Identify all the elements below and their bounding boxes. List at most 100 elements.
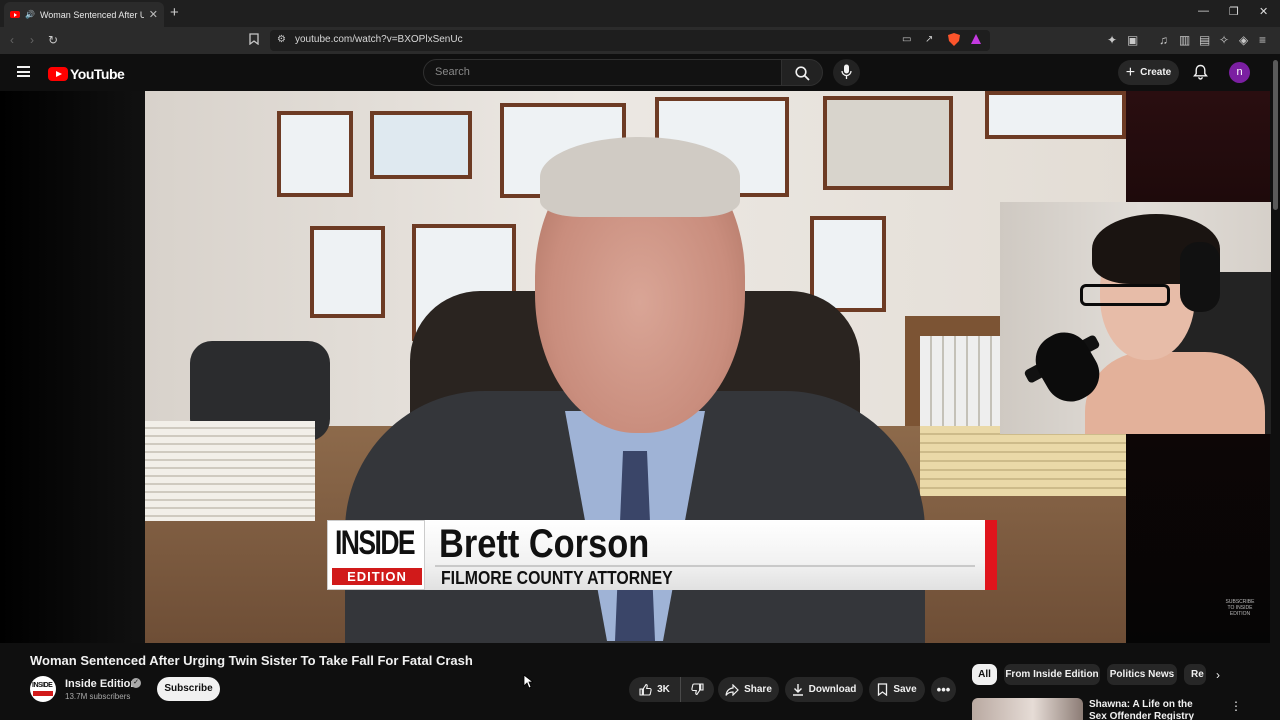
browser-toolbar: ‹ › ↻ ⚙ youtube.com/watch?v=BXOPlxSenUc …	[0, 27, 1280, 54]
browser-menu-icon[interactable]: ≡	[1259, 33, 1266, 47]
inside-edition-logo: INSIDE EDITION	[327, 520, 425, 590]
search-input[interactable]: Search	[423, 59, 782, 86]
new-tab-button[interactable]: +	[170, 4, 179, 21]
sidebar-icon[interactable]: ▥	[1179, 33, 1190, 47]
paper-stack	[145, 421, 315, 521]
leo-ai-icon[interactable]: ✧	[1219, 33, 1229, 47]
share-page-icon[interactable]: ↗	[925, 33, 933, 47]
save-button[interactable]: Save	[869, 677, 925, 702]
binders	[920, 336, 1000, 431]
download-icon	[792, 684, 803, 696]
subscribe-button[interactable]: Subscribe	[157, 677, 220, 701]
download-label: Download	[808, 684, 857, 695]
media-icon[interactable]: ♫	[1159, 33, 1168, 47]
reload-icon[interactable]: ↻	[48, 33, 58, 47]
browser-tab[interactable]: 🔊 Woman Sentenced After Urging Twin Sist…	[4, 2, 164, 27]
bookmark-icon[interactable]	[249, 33, 259, 48]
verified-check-icon: ✓	[131, 678, 141, 688]
minimize-icon[interactable]: —	[1198, 5, 1209, 17]
share-icon	[725, 683, 739, 696]
scrollbar-thumb[interactable]	[1273, 60, 1278, 210]
speaker-hair	[540, 137, 740, 217]
wallet-card-icon[interactable]: ▤	[1199, 33, 1210, 47]
extensions-icon[interactable]: ✦	[1107, 33, 1117, 47]
plus-icon: +	[1125, 63, 1136, 81]
wall-photo	[823, 96, 953, 190]
speaker-role: FILMORE COUNTY ATTORNEY	[441, 568, 673, 588]
wall-certificate	[370, 111, 472, 179]
site-settings-icon[interactable]: ⚙	[277, 33, 286, 47]
search-icon	[795, 66, 810, 81]
thumbs-down-icon	[691, 683, 704, 696]
avatar-logo-text: INSIDE	[32, 682, 53, 689]
wall-certificate	[310, 226, 385, 318]
download-button[interactable]: Download	[785, 677, 863, 702]
close-window-icon[interactable]: ✕	[1259, 5, 1268, 18]
browser-tabstrip: 🔊 Woman Sentenced After Urging Twin Sist…	[0, 0, 1280, 27]
youtube-favicon-icon	[10, 11, 20, 18]
speaker-icon[interactable]: 🔊	[25, 10, 35, 19]
chip-from-inside-edition[interactable]: From Inside Edition	[1004, 664, 1100, 685]
recommendation-title[interactable]: Shawna: A Life on the Sex Offender Regis…	[1089, 699, 1209, 720]
cast-icon[interactable]: ▭	[902, 33, 911, 47]
brave-rewards-icon[interactable]	[970, 33, 982, 48]
wallet-icon[interactable]: ▣	[1127, 33, 1138, 47]
voice-search-button[interactable]	[833, 59, 860, 86]
wall-certificate	[985, 91, 1126, 139]
avatar-logo-stripe	[33, 691, 53, 696]
chip-politics-news[interactable]: Politics News	[1107, 664, 1177, 685]
hamburger-menu-icon[interactable]	[17, 66, 30, 77]
headphones	[1180, 242, 1220, 312]
create-label: Create	[1140, 67, 1172, 78]
channel-avatar[interactable]: INSIDE	[30, 676, 56, 702]
webcam-person-body	[1085, 352, 1265, 434]
create-button[interactable]: + Create	[1118, 60, 1179, 85]
youtube-logo[interactable]: YouTube	[48, 66, 125, 82]
account-avatar[interactable]: n	[1229, 62, 1250, 83]
share-label: Share	[744, 684, 772, 695]
chip-partial[interactable]: Re	[1184, 664, 1206, 685]
share-button[interactable]: Share	[718, 677, 779, 702]
youtube-header: YouTube Search + Create n	[0, 54, 1280, 91]
ambient-glow-left	[0, 91, 145, 643]
close-tab-icon[interactable]: ✕	[149, 8, 158, 21]
restore-icon[interactable]: ❐	[1229, 5, 1239, 18]
dislike-button[interactable]	[681, 677, 714, 702]
channel-name[interactable]: Inside Edition	[65, 678, 137, 690]
microphone-icon	[841, 64, 852, 79]
like-count: 3K	[657, 684, 670, 695]
logo-bottom-text: EDITION	[332, 568, 422, 585]
more-actions-button[interactable]: •••	[931, 677, 956, 702]
youtube-play-icon	[48, 67, 68, 81]
search-button[interactable]	[781, 59, 823, 86]
divider-line	[435, 565, 975, 567]
chevron-right-icon[interactable]: ›	[1216, 668, 1220, 682]
save-bookmark-icon	[878, 683, 888, 696]
wall-certificate	[277, 111, 353, 197]
subscribe-watermark[interactable]: SUBSCRIBE TO INSIDE EDITION	[1224, 599, 1256, 617]
streamer-webcam	[1000, 202, 1280, 434]
vpn-icon[interactable]: ◈	[1239, 33, 1248, 47]
save-label: Save	[893, 684, 917, 695]
name-bar: Brett Corson FILMORE COUNTY ATTORNEY	[425, 520, 985, 590]
subscriber-count: 13.7M subscribers	[65, 692, 131, 701]
lower-third: INSIDE EDITION Brett Corson FILMORE COUN…	[327, 520, 997, 590]
like-button[interactable]: 3K	[629, 677, 681, 702]
accent-stripe	[985, 520, 997, 590]
thumbs-up-icon	[639, 683, 652, 696]
recommendation-thumbnail[interactable]	[972, 698, 1083, 720]
more-horizontal-icon: •••	[936, 682, 951, 697]
search-placeholder: Search	[435, 66, 470, 78]
back-icon[interactable]: ‹	[10, 33, 14, 47]
brave-shield-icon[interactable]	[948, 33, 960, 49]
glasses	[1080, 284, 1170, 306]
mouse-cursor-icon	[523, 674, 535, 694]
page-scrollbar[interactable]	[1271, 54, 1280, 720]
youtube-wordmark: YouTube	[70, 66, 125, 82]
notifications-bell-icon[interactable]	[1193, 64, 1208, 85]
address-bar[interactable]: ⚙ youtube.com/watch?v=BXOPlxSenUc ▭ ↗	[270, 30, 990, 51]
more-vertical-icon[interactable]: ⋮	[1230, 699, 1242, 713]
chip-all[interactable]: All	[972, 664, 997, 685]
tab-title: Woman Sentenced After Urging Twin Sister…	[39, 9, 144, 20]
forward-icon[interactable]: ›	[30, 33, 34, 47]
